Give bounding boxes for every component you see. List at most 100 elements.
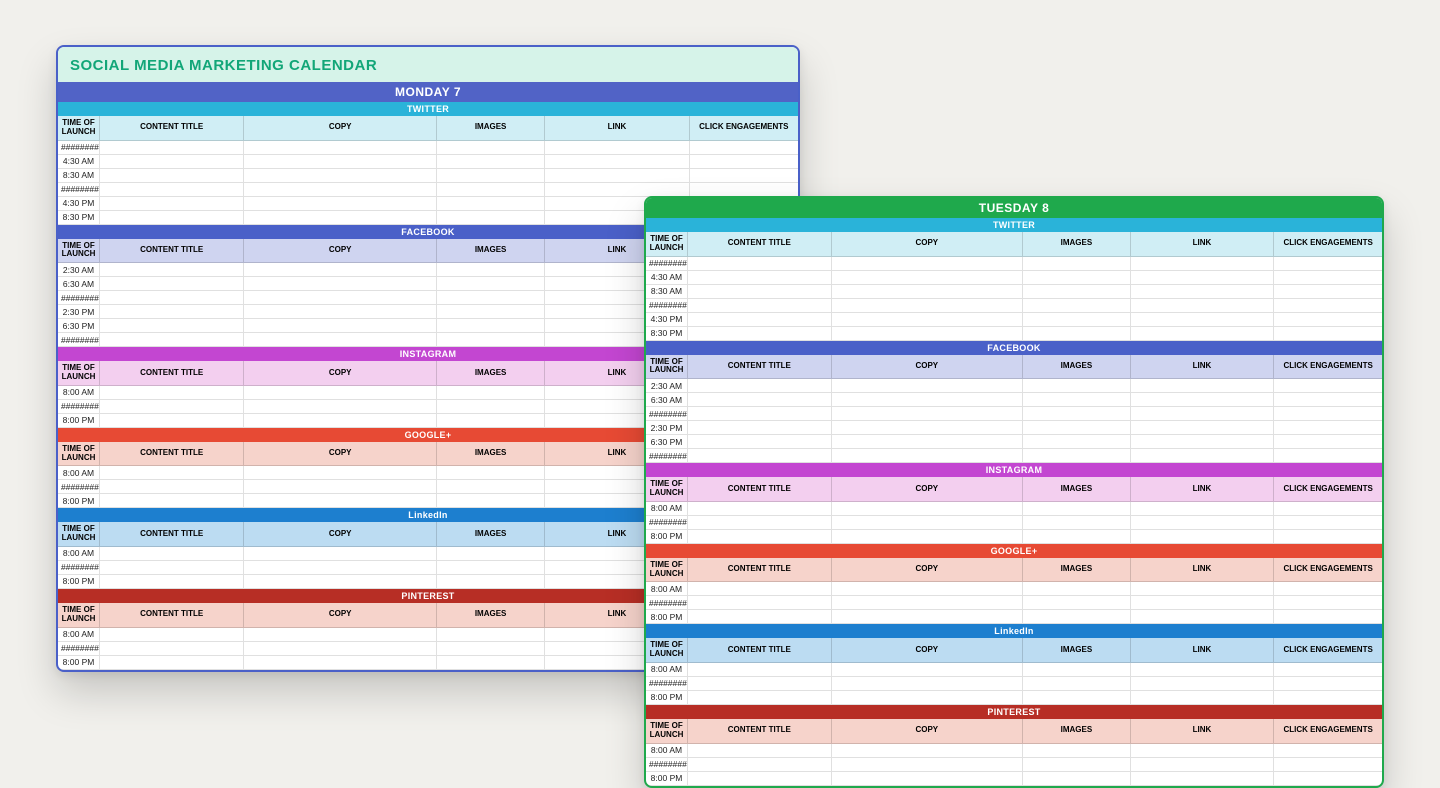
data-cell[interactable]	[1274, 271, 1382, 285]
time-cell[interactable]: 8:00 AM	[646, 663, 688, 677]
time-cell[interactable]: ########	[646, 758, 688, 772]
data-cell[interactable]	[688, 691, 832, 705]
data-cell[interactable]	[244, 211, 437, 225]
data-cell[interactable]	[1023, 435, 1131, 449]
data-cell[interactable]	[1274, 407, 1382, 421]
data-cell[interactable]	[832, 530, 1023, 544]
data-cell[interactable]	[1274, 758, 1382, 772]
data-cell[interactable]	[1131, 393, 1275, 407]
data-cell[interactable]	[244, 547, 437, 561]
time-cell[interactable]: ########	[646, 677, 688, 691]
data-cell[interactable]	[437, 414, 545, 428]
data-cell[interactable]	[688, 421, 832, 435]
data-cell[interactable]	[1274, 596, 1382, 610]
data-cell[interactable]	[690, 141, 798, 155]
data-cell[interactable]	[688, 663, 832, 677]
time-cell[interactable]: 8:00 AM	[58, 547, 100, 561]
time-cell[interactable]: 4:30 AM	[58, 155, 100, 169]
data-cell[interactable]	[545, 155, 689, 169]
data-cell[interactable]	[1023, 677, 1131, 691]
data-cell[interactable]	[688, 257, 832, 271]
data-cell[interactable]	[1274, 327, 1382, 341]
data-cell[interactable]	[1023, 582, 1131, 596]
data-cell[interactable]	[1131, 313, 1275, 327]
time-cell[interactable]: 6:30 AM	[58, 277, 100, 291]
data-cell[interactable]	[244, 386, 437, 400]
data-cell[interactable]	[100, 169, 244, 183]
time-cell[interactable]: ########	[646, 596, 688, 610]
time-cell[interactable]: ########	[58, 333, 100, 347]
data-cell[interactable]	[688, 435, 832, 449]
data-cell[interactable]	[1131, 285, 1275, 299]
data-cell[interactable]	[100, 414, 244, 428]
data-cell[interactable]	[1131, 582, 1275, 596]
time-cell[interactable]: ########	[646, 449, 688, 463]
data-cell[interactable]	[688, 596, 832, 610]
data-cell[interactable]	[244, 575, 437, 589]
data-cell[interactable]	[437, 291, 545, 305]
data-cell[interactable]	[1131, 610, 1275, 624]
data-cell[interactable]	[244, 480, 437, 494]
data-cell[interactable]	[1023, 758, 1131, 772]
data-cell[interactable]	[1131, 257, 1275, 271]
data-cell[interactable]	[1274, 772, 1382, 786]
data-cell[interactable]	[244, 561, 437, 575]
data-cell[interactable]	[437, 263, 545, 277]
time-cell[interactable]: 2:30 PM	[646, 421, 688, 435]
data-cell[interactable]	[1131, 407, 1275, 421]
data-cell[interactable]	[1023, 596, 1131, 610]
data-cell[interactable]	[244, 642, 437, 656]
data-cell[interactable]	[244, 277, 437, 291]
data-cell[interactable]	[100, 305, 244, 319]
data-cell[interactable]	[244, 466, 437, 480]
data-cell[interactable]	[437, 141, 545, 155]
time-cell[interactable]: 6:30 AM	[646, 393, 688, 407]
data-cell[interactable]	[100, 575, 244, 589]
data-cell[interactable]	[832, 285, 1023, 299]
data-cell[interactable]	[545, 141, 689, 155]
time-cell[interactable]: ########	[58, 561, 100, 575]
data-cell[interactable]	[1023, 449, 1131, 463]
data-cell[interactable]	[100, 141, 244, 155]
data-cell[interactable]	[1274, 744, 1382, 758]
time-cell[interactable]: ########	[646, 516, 688, 530]
data-cell[interactable]	[100, 628, 244, 642]
data-cell[interactable]	[437, 277, 545, 291]
data-cell[interactable]	[1131, 691, 1275, 705]
data-cell[interactable]	[688, 502, 832, 516]
time-cell[interactable]: ########	[58, 400, 100, 414]
time-cell[interactable]: 8:30 AM	[58, 169, 100, 183]
data-cell[interactable]	[688, 677, 832, 691]
data-cell[interactable]	[1023, 530, 1131, 544]
data-cell[interactable]	[1131, 663, 1275, 677]
data-cell[interactable]	[1131, 530, 1275, 544]
data-cell[interactable]	[1274, 502, 1382, 516]
data-cell[interactable]	[100, 263, 244, 277]
data-cell[interactable]	[832, 435, 1023, 449]
data-cell[interactable]	[244, 155, 437, 169]
data-cell[interactable]	[688, 610, 832, 624]
data-cell[interactable]	[244, 628, 437, 642]
data-cell[interactable]	[437, 642, 545, 656]
data-cell[interactable]	[244, 169, 437, 183]
data-cell[interactable]	[832, 379, 1023, 393]
data-cell[interactable]	[244, 197, 437, 211]
time-cell[interactable]: 8:00 PM	[646, 530, 688, 544]
data-cell[interactable]	[832, 313, 1023, 327]
data-cell[interactable]	[1274, 582, 1382, 596]
data-cell[interactable]	[1023, 299, 1131, 313]
time-cell[interactable]: 4:30 PM	[646, 313, 688, 327]
data-cell[interactable]	[1023, 744, 1131, 758]
data-cell[interactable]	[1274, 530, 1382, 544]
data-cell[interactable]	[437, 400, 545, 414]
time-cell[interactable]: 2:30 PM	[58, 305, 100, 319]
data-cell[interactable]	[1131, 435, 1275, 449]
data-cell[interactable]	[100, 466, 244, 480]
data-cell[interactable]	[100, 656, 244, 670]
data-cell[interactable]	[1274, 691, 1382, 705]
data-cell[interactable]	[832, 407, 1023, 421]
data-cell[interactable]	[1274, 379, 1382, 393]
time-cell[interactable]: 6:30 PM	[646, 435, 688, 449]
data-cell[interactable]	[1274, 393, 1382, 407]
data-cell[interactable]	[832, 744, 1023, 758]
